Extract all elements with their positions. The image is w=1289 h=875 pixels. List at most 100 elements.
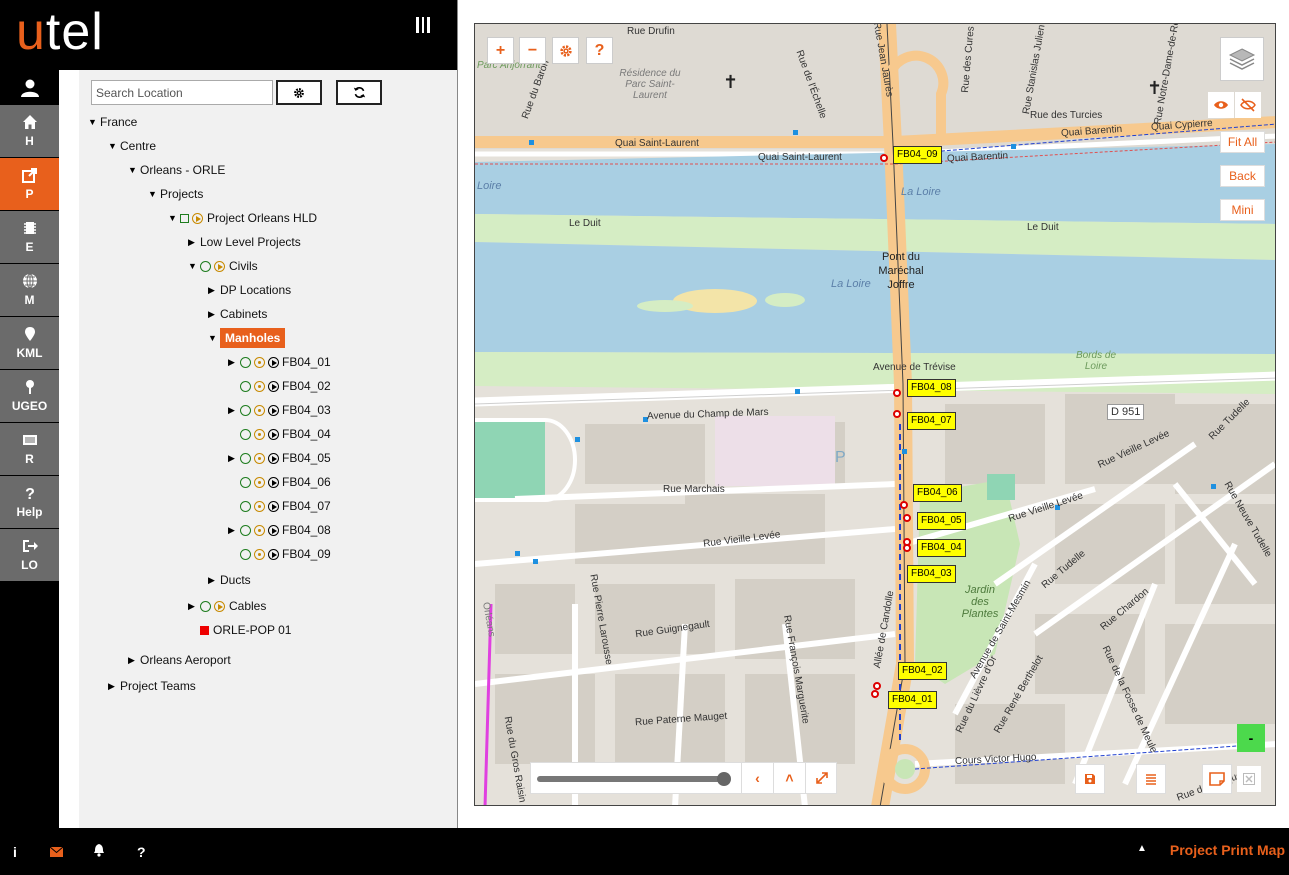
manhole-label-fb04-01[interactable]: FB04_01 — [888, 691, 937, 709]
opacity-slider-track[interactable] — [537, 776, 730, 782]
manhole-marker[interactable] — [900, 501, 908, 509]
nav-report-button[interactable]: R — [0, 423, 59, 475]
target-icon[interactable] — [254, 356, 265, 368]
tree-node-fb04-04[interactable]: FB04_04 — [240, 424, 331, 444]
tree-node-low-level[interactable]: ▶ Low Level Projects — [188, 232, 301, 252]
opacity-slider-handle[interactable] — [717, 772, 732, 786]
target-icon[interactable] — [254, 500, 265, 512]
manhole-label-fb04-04[interactable]: FB04_04 — [917, 539, 966, 557]
tree-node-fb04-03[interactable]: ▶ FB04_03 — [228, 400, 331, 420]
hide-layer-button[interactable] — [1235, 92, 1261, 118]
close-map-button[interactable] — [1237, 766, 1261, 792]
caret-down-icon[interactable]: ▼ — [148, 189, 160, 199]
manhole-label-fb04-06[interactable]: FB04_06 — [913, 484, 962, 502]
target-icon[interactable] — [254, 404, 265, 416]
show-layer-button[interactable] — [1208, 92, 1234, 118]
manhole-label-fb04-07[interactable]: FB04_07 — [907, 412, 956, 430]
tree-node-fb04-06[interactable]: FB04_06 — [240, 472, 331, 492]
tree-node-orleans-aeroport[interactable]: ▶ Orleans Aeroport — [128, 650, 231, 670]
tree-node-fb04-09[interactable]: FB04_09 — [240, 544, 331, 564]
caret-right-icon[interactable]: ▶ — [128, 655, 140, 666]
expand-button[interactable] — [805, 763, 837, 793]
zoom-out-button[interactable]: − — [519, 37, 546, 64]
caret-right-icon[interactable]: ▶ — [208, 309, 220, 320]
play-icon[interactable] — [268, 428, 279, 440]
visibility-circle-icon[interactable] — [240, 356, 251, 368]
play-icon[interactable] — [268, 404, 279, 416]
note-button[interactable] — [1202, 764, 1232, 794]
info-icon[interactable]: i — [13, 844, 17, 860]
caret-right-icon[interactable]: ▶ — [228, 357, 240, 368]
nav-help-button[interactable]: ? Help — [0, 476, 59, 528]
caret-right-icon[interactable]: ▶ — [228, 525, 240, 536]
caret-right-icon[interactable]: ▶ — [208, 575, 220, 586]
target-icon[interactable] — [254, 428, 265, 440]
manhole-marker[interactable] — [871, 690, 879, 698]
caret-right-icon[interactable]: ▶ — [208, 285, 220, 296]
caret-down-icon[interactable]: ▼ — [128, 165, 140, 175]
tree-node-project-hld[interactable]: ▼ Project Orleans HLD — [168, 208, 317, 228]
map-view[interactable]: P ✝ ✝ Rue Drufin Rue du Baron Parc Anjor… — [474, 23, 1276, 806]
tree-node-ducts[interactable]: ▶ Ducts — [208, 570, 251, 590]
tree-node-orleans-orle[interactable]: ▼ Orleans - ORLE — [128, 160, 225, 180]
manhole-marker[interactable] — [880, 154, 888, 162]
list-button[interactable] — [1136, 764, 1166, 794]
tree-node-civils[interactable]: ▼ Civils — [188, 256, 258, 276]
nav-logout-button[interactable]: LO — [0, 529, 59, 581]
visibility-circle-icon[interactable] — [240, 500, 251, 512]
nav-map-button[interactable]: M — [0, 264, 59, 316]
panel-toggle-icon[interactable] — [416, 17, 431, 33]
tree-node-manholes[interactable]: ▼ Manholes — [208, 328, 286, 348]
layers-button[interactable] — [1220, 37, 1264, 81]
play-icon[interactable] — [268, 356, 279, 368]
fit-all-button[interactable]: Fit All — [1220, 131, 1265, 153]
nav-ugeo-button[interactable]: UGEO — [0, 370, 59, 422]
caret-right-icon[interactable]: ▶ — [228, 453, 240, 464]
manhole-marker[interactable] — [873, 682, 881, 690]
zoom-in-button[interactable]: + — [487, 37, 514, 64]
save-map-button[interactable] — [1075, 764, 1105, 794]
tree-node-dp-locations[interactable]: ▶ DP Locations — [208, 280, 291, 300]
previous-button[interactable]: ‹ — [741, 763, 773, 793]
visibility-circle-icon[interactable] — [240, 524, 251, 536]
back-button[interactable]: Back — [1220, 165, 1265, 187]
tree-node-fb04-02[interactable]: FB04_02 — [240, 376, 331, 396]
refresh-button[interactable] — [336, 80, 382, 105]
map-help-button[interactable]: ? — [586, 37, 613, 64]
play-icon[interactable] — [268, 476, 279, 488]
visibility-circle-icon[interactable] — [240, 476, 251, 488]
up-button[interactable]: ˄ — [773, 763, 805, 793]
target-icon[interactable] — [254, 548, 265, 560]
mini-button[interactable]: Mini — [1220, 199, 1265, 221]
footer-title[interactable]: Project Print Map — [1170, 842, 1285, 858]
visibility-circle-icon[interactable] — [240, 380, 251, 392]
tree-node-orle-pop[interactable]: ORLE-POP 01 — [200, 620, 291, 640]
nav-projects-button[interactable]: P — [0, 158, 59, 210]
user-icon[interactable] — [0, 70, 59, 105]
play-icon[interactable] — [268, 524, 279, 536]
tree-node-project-teams[interactable]: ▶ Project Teams — [108, 676, 196, 696]
manhole-marker[interactable] — [893, 410, 901, 418]
manhole-label-fb04-05[interactable]: FB04_05 — [917, 512, 966, 530]
tree-node-projects[interactable]: ▼ Projects — [148, 184, 203, 204]
collapse-minus-button[interactable]: - — [1237, 724, 1265, 752]
search-location-input[interactable] — [91, 80, 273, 105]
tree-node-cables[interactable]: ▶ Cables — [188, 596, 266, 616]
caret-down-icon[interactable]: ▼ — [168, 213, 180, 223]
manhole-label-fb04-08[interactable]: FB04_08 — [907, 379, 956, 397]
visibility-circle-icon[interactable] — [240, 548, 251, 560]
manhole-marker[interactable] — [903, 514, 911, 522]
nav-kml-button[interactable]: KML — [0, 317, 59, 369]
mail-icon[interactable] — [49, 844, 64, 860]
map-settings-button[interactable] — [552, 37, 579, 64]
tree-node-fb04-05[interactable]: ▶ FB04_05 — [228, 448, 331, 468]
visibility-circle-icon[interactable] — [240, 452, 251, 464]
caret-right-icon[interactable]: ▶ — [188, 601, 200, 612]
caret-down-icon[interactable]: ▼ — [88, 117, 100, 127]
visibility-square-icon[interactable] — [180, 213, 189, 223]
nav-home-button[interactable]: H — [0, 105, 59, 157]
target-icon[interactable] — [254, 380, 265, 392]
tree-node-centre[interactable]: ▼ Centre — [108, 136, 156, 156]
visibility-circle-icon[interactable] — [200, 260, 211, 272]
manhole-marker[interactable] — [903, 544, 911, 552]
